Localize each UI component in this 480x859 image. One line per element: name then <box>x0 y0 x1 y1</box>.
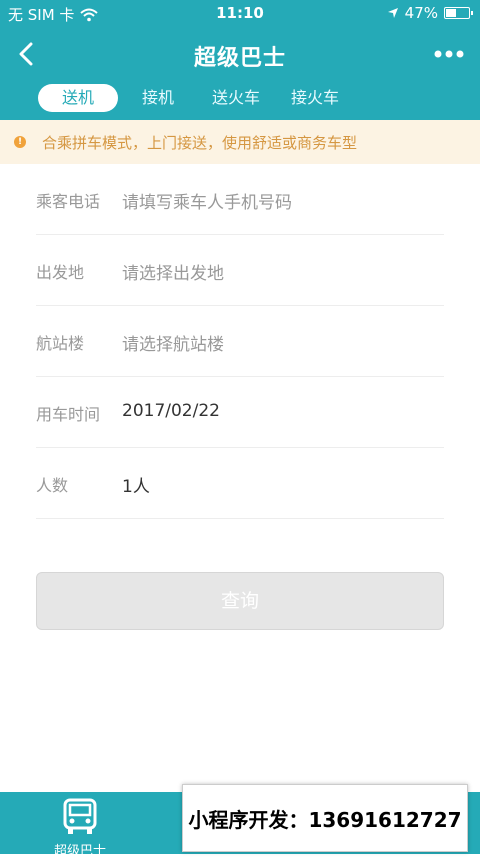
ad-overlay: 小程序开发：13691612727 <box>182 784 468 852</box>
terminal-row[interactable]: 航站楼 请选择航站楼 <box>36 306 444 377</box>
more-dots-icon <box>434 50 464 58</box>
info-icon: ! <box>14 136 26 148</box>
query-button[interactable]: 查询 <box>36 572 444 630</box>
origin-select[interactable]: 请选择出发地 <box>122 259 224 284</box>
ad-text: 小程序开发：13691612727 <box>188 807 462 832</box>
more-button[interactable] <box>432 42 466 66</box>
phone-label: 乘客电话 <box>36 192 101 211</box>
battery-level-fill <box>446 9 456 17</box>
origin-row[interactable]: 出发地 请选择出发地 <box>36 235 444 306</box>
location-arrow-icon <box>387 8 398 18</box>
origin-label: 出发地 <box>36 263 85 282</box>
top-header: 无 SIM 卡 11:10 47% 超级巴士 送机 接机 送火车 接火车 <box>0 0 480 120</box>
bottom-nav-item-superbus[interactable]: 超级巴士 <box>44 798 116 859</box>
date-label: 用车时间 <box>36 405 101 424</box>
date-row[interactable]: 用车时间 2017/02/22 <box>36 377 444 448</box>
passenger-count-select[interactable]: 1人 <box>122 472 150 497</box>
phone-input[interactable]: 请填写乘车人手机号码 <box>122 188 292 213</box>
terminal-label: 航站楼 <box>36 334 85 353</box>
notice-text: 合乘拼车模式，上门接送，使用舒适或商务车型 <box>42 133 358 152</box>
notice-banner: ! 合乘拼车模式，上门接送，使用舒适或商务车型 <box>0 120 480 164</box>
bus-icon <box>63 798 97 834</box>
tab-bar: 送机 接机 送火车 接火车 <box>0 84 480 114</box>
passenger-count-label: 人数 <box>36 476 69 495</box>
booking-form: 乘客电话 请填写乘车人手机号码 出发地 请选择出发地 航站楼 请选择航站楼 用车… <box>36 164 444 519</box>
status-right: 47% <box>387 4 473 22</box>
bottom-nav-label: 超级巴士 <box>53 844 106 859</box>
status-bar: 无 SIM 卡 11:10 47% <box>0 0 480 28</box>
tab-send-train[interactable]: 送火车 <box>204 84 268 112</box>
date-picker[interactable]: 2017/02/22 <box>122 401 220 421</box>
tab-send-plane[interactable]: 送机 <box>38 84 118 112</box>
battery-icon <box>444 7 473 19</box>
tab-pick-train[interactable]: 接火车 <box>282 84 348 112</box>
terminal-select[interactable]: 请选择航站楼 <box>122 330 224 355</box>
tab-pick-plane[interactable]: 接机 <box>130 84 186 112</box>
phone-row[interactable]: 乘客电话 请填写乘车人手机号码 <box>36 164 444 235</box>
battery-percent: 47% <box>404 4 438 22</box>
passenger-count-row[interactable]: 人数 1人 <box>36 448 444 519</box>
page-title: 超级巴士 <box>193 46 286 71</box>
navigation-bar: 超级巴士 <box>0 32 480 76</box>
